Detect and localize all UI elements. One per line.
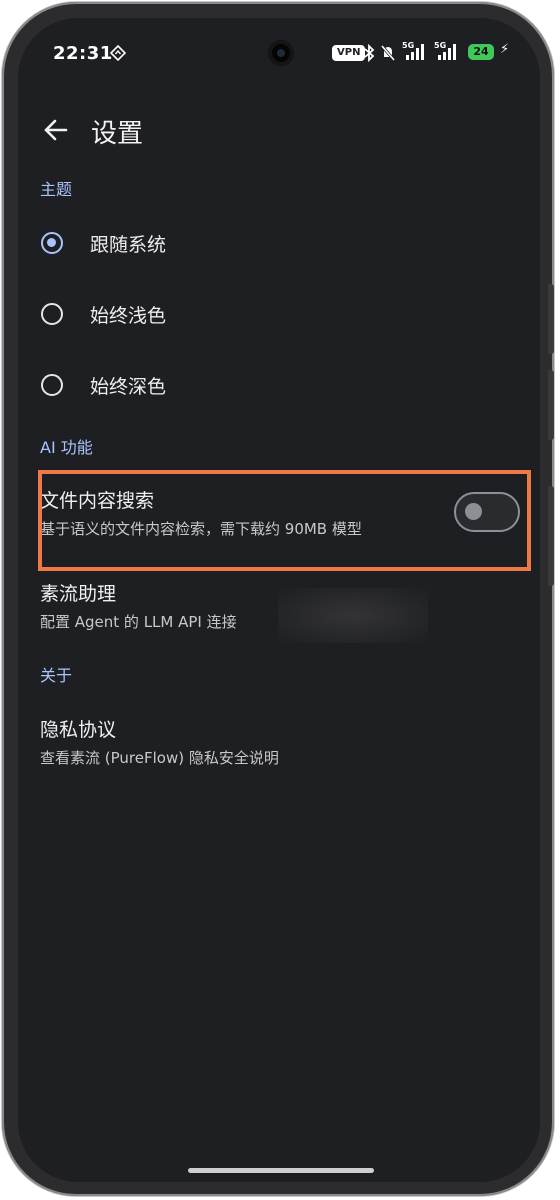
signal-icon: [402, 42, 428, 66]
highlight-box: [38, 470, 531, 571]
mute-icon: [380, 44, 396, 66]
radio-label: 始终浅色: [90, 305, 167, 327]
back-button[interactable]: [38, 110, 78, 150]
vpn-badge: VPN: [332, 45, 366, 61]
home-indicator[interactable]: [188, 1168, 374, 1173]
section-header-ai: AI 功能: [40, 438, 93, 457]
battery-icon: 24: [468, 44, 494, 60]
volume-button: [548, 284, 554, 354]
section-header-about: 关于: [40, 666, 73, 685]
app-bar: 设置: [18, 106, 540, 162]
setting-subtitle: 查看素流 (PureFlow) 隐私安全说明: [40, 749, 279, 767]
status-time: 22:31: [53, 43, 113, 64]
phone-frame: 22:31 VPN 5G 5G 24 ⚡ 设置 主题 跟随系统 始终浅色 始终深…: [2, 2, 554, 1196]
radio-button-checked[interactable]: [41, 232, 63, 254]
diamond-location-icon: [109, 44, 127, 65]
radio-option-follow-system[interactable]: 跟随系统: [18, 216, 540, 276]
signal-icon: [434, 42, 460, 66]
charging-icon: ⚡: [500, 42, 510, 57]
setting-privacy-policy[interactable]: 隐私协议 查看素流 (PureFlow) 隐私安全说明: [18, 715, 540, 781]
front-camera: [268, 40, 294, 66]
setting-subtitle: 配置 Agent 的 LLM API 连接: [40, 613, 237, 631]
power-button: [548, 486, 554, 586]
section-header-theme: 主题: [40, 180, 73, 199]
radio-label: 始终深色: [90, 376, 167, 398]
arrow-left-icon: [44, 119, 68, 141]
radio-label: 跟随系统: [90, 234, 167, 256]
setting-assistant[interactable]: 素流助理 配置 Agent 的 LLM API 连接: [18, 579, 540, 645]
volume-button: [548, 370, 554, 440]
status-bar: 22:31 VPN 5G 5G 24 ⚡: [18, 18, 540, 88]
radio-button[interactable]: [41, 303, 63, 325]
setting-title: 隐私协议: [40, 719, 117, 741]
radio-option-always-light[interactable]: 始终浅色: [18, 287, 540, 347]
bluetooth-icon: [363, 43, 375, 66]
radio-option-always-dark[interactable]: 始终深色: [18, 358, 540, 418]
setting-title: 素流助理: [40, 583, 117, 605]
radio-button[interactable]: [41, 374, 63, 396]
screen: 22:31 VPN 5G 5G 24 ⚡ 设置 主题 跟随系统 始终浅色 始终深…: [18, 18, 540, 1182]
page-title: 设置: [91, 119, 144, 149]
